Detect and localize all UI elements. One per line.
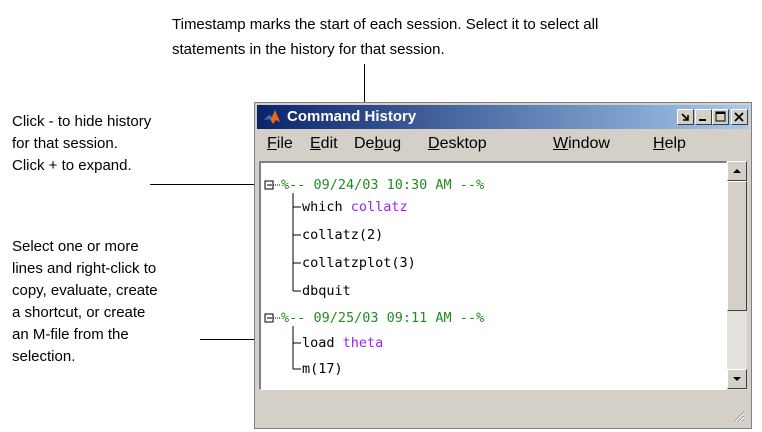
- close-icon: [734, 112, 744, 122]
- selection-callout-line3: copy, evaluate, create: [12, 282, 158, 299]
- menu-bar: File Edit Debug Desktop Window Help: [257, 131, 749, 157]
- selection-callout: Select one or more lines and right-click…: [12, 236, 158, 368]
- scroll-up-button[interactable]: [727, 161, 747, 181]
- resize-grip-icon[interactable]: [731, 409, 745, 423]
- maximize-button[interactable]: [712, 109, 729, 125]
- undock-icon: [681, 113, 689, 121]
- menu-debug[interactable]: Debug: [354, 133, 401, 155]
- session-timestamp[interactable]: %-- 09/25/03 09:11 AM --%: [281, 309, 484, 327]
- collapse-callout-line3: Click + to expand.: [12, 157, 132, 174]
- menu-help[interactable]: Help: [653, 133, 686, 155]
- session-timestamp[interactable]: %-- 09/24/03 10:30 AM --%: [281, 176, 484, 194]
- timestamp-callout-line2: statements in the history for that sessi…: [172, 41, 445, 58]
- minimize-icon: [699, 119, 706, 121]
- history-line[interactable]: dbquit: [302, 282, 351, 300]
- close-button[interactable]: [731, 109, 748, 125]
- history-line[interactable]: collatz(2): [302, 226, 383, 244]
- collapse-pointer-line: [150, 184, 265, 185]
- timestamp-callout: Timestamp marks the start of each sessio…: [172, 12, 598, 62]
- selection-callout-line6: selection.: [12, 348, 76, 365]
- history-line[interactable]: load theta: [302, 334, 383, 352]
- menu-file[interactable]: File: [267, 133, 293, 155]
- selection-callout-line2: lines and right-click to: [12, 260, 157, 277]
- scroll-thumb[interactable]: [727, 181, 747, 311]
- undock-button[interactable]: [677, 109, 694, 125]
- menu-desktop[interactable]: Desktop: [428, 133, 487, 155]
- vertical-scrollbar[interactable]: [727, 161, 747, 390]
- menu-edit[interactable]: Edit: [310, 133, 338, 155]
- collapse-callout: Click - to hide history for that session…: [12, 111, 151, 177]
- minimize-button[interactable]: [695, 109, 712, 125]
- matlab-logo-icon: [264, 110, 280, 124]
- history-line[interactable]: which collatz: [302, 198, 408, 216]
- command-history-window: Command History File Edit Debug Desktop …: [254, 102, 752, 429]
- selection-callout-line5: an M-file from the: [12, 326, 129, 343]
- arrow-up-icon: [733, 169, 741, 173]
- maximize-icon: [715, 111, 726, 122]
- scroll-down-button[interactable]: [727, 369, 747, 389]
- timestamp-callout-line1: Timestamp marks the start of each sessio…: [172, 16, 599, 33]
- status-bar: [257, 395, 749, 425]
- selection-callout-line1: Select one or more: [12, 238, 139, 255]
- history-line[interactable]: collatzplot(3): [302, 254, 416, 272]
- menu-window[interactable]: Window: [553, 133, 610, 155]
- history-pane[interactable]: %-- 09/24/03 10:30 AM --% which collatz …: [259, 161, 727, 390]
- history-line[interactable]: m(17): [302, 360, 343, 378]
- collapse-callout-line2: for that session.: [12, 135, 118, 152]
- window-title: Command History: [287, 108, 417, 125]
- selection-callout-line4: a shortcut, or create: [12, 304, 146, 321]
- title-bar[interactable]: Command History: [257, 105, 749, 129]
- collapse-callout-line1: Click - to hide history: [12, 113, 152, 130]
- arrow-down-icon: [733, 377, 741, 381]
